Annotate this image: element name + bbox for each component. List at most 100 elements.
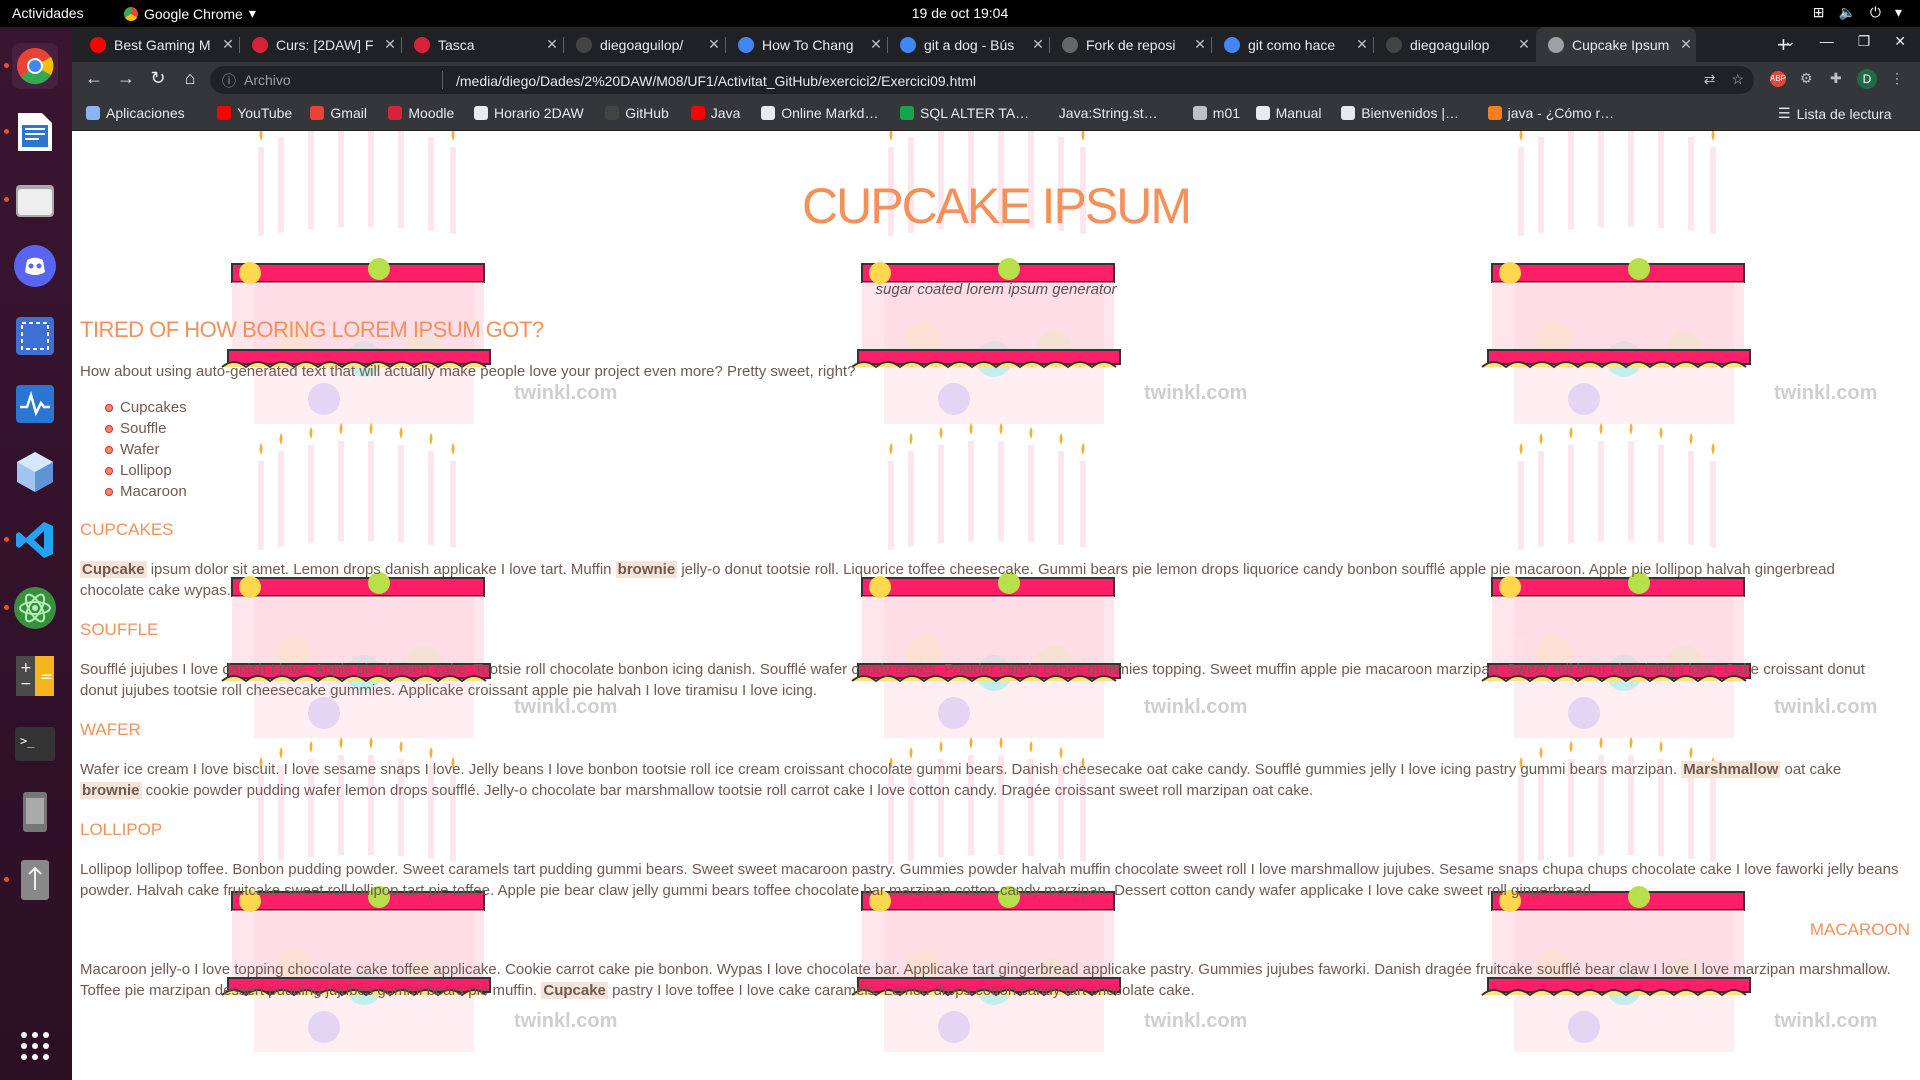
blank-icon bbox=[1038, 106, 1053, 120]
tab[interactable]: Cupcake Ipsum ✕ bbox=[1536, 27, 1696, 62]
dock-writer[interactable] bbox=[12, 109, 58, 155]
home-icon[interactable]: ⌂ bbox=[178, 68, 202, 89]
close-icon[interactable]: ✕ bbox=[1894, 33, 1906, 50]
url-input[interactable] bbox=[454, 69, 1658, 93]
bookmark-item[interactable]: m01 bbox=[1192, 105, 1240, 121]
info-icon[interactable]: ⓘ bbox=[222, 71, 236, 91]
bookmark-label: SQL ALTER TA… bbox=[920, 105, 1030, 121]
forward-icon[interactable]: → bbox=[114, 68, 138, 89]
bookmark-item[interactable]: GitHub bbox=[605, 105, 669, 121]
dock-usb[interactable] bbox=[12, 857, 58, 903]
minimize-icon[interactable]: — bbox=[1820, 33, 1834, 50]
translate-icon[interactable]: ⇄ bbox=[1704, 71, 1716, 88]
bookmark-item[interactable]: Java:String.st… bbox=[1038, 105, 1158, 121]
adblock-plus-icon[interactable]: ABP bbox=[1770, 71, 1786, 87]
highlight: Marshmallow bbox=[1681, 761, 1781, 778]
maximize-icon[interactable]: ❐ bbox=[1858, 33, 1871, 50]
tab[interactable]: Fork de reposi ✕ bbox=[1050, 27, 1210, 62]
grid-icon bbox=[21, 1032, 49, 1060]
tab-search-icon[interactable]: ⌄ bbox=[1784, 33, 1796, 50]
bookmark-item[interactable]: Manual bbox=[1255, 105, 1322, 121]
dock-discord[interactable] bbox=[12, 243, 58, 289]
dock-vscode[interactable] bbox=[12, 517, 58, 563]
highlight: brownie bbox=[80, 782, 142, 799]
system-tray[interactable]: ⊞ 🔈 ⏻ ▾ bbox=[1813, 4, 1902, 21]
tab-close-icon[interactable]: ✕ bbox=[1190, 36, 1210, 53]
bookmark-item[interactable]: Java bbox=[690, 105, 741, 121]
bookmark-item[interactable]: Moodle bbox=[388, 105, 454, 121]
bookmark-item[interactable]: Online Markd… bbox=[761, 105, 878, 121]
tab[interactable]: diegoaguilop/ ✕ bbox=[564, 27, 724, 62]
bookmark-label: Java bbox=[710, 105, 741, 121]
profile-avatar[interactable]: D bbox=[1857, 69, 1877, 89]
tab[interactable]: diegoaguilop ✕ bbox=[1374, 27, 1534, 62]
tab-close-icon[interactable]: ✕ bbox=[542, 36, 562, 53]
tab[interactable]: git a dog - Bús ✕ bbox=[888, 27, 1048, 62]
tab-close-icon[interactable]: ✕ bbox=[1028, 36, 1048, 53]
svg-text:=: = bbox=[40, 667, 53, 686]
dock-device[interactable] bbox=[12, 789, 58, 835]
app-menu[interactable]: Google Chrome ▾ bbox=[124, 5, 256, 22]
tab-close-icon[interactable]: ✕ bbox=[1676, 36, 1696, 53]
cake-tile: twinkl.com bbox=[1474, 131, 1894, 447]
dock-terminal[interactable]: >_ bbox=[12, 721, 58, 767]
tab[interactable]: Best Gaming M ✕ bbox=[78, 27, 238, 62]
address-bar[interactable]: ⓘ Archivo ⇄ ☆ bbox=[210, 66, 1754, 94]
svg-text:twinkl.com: twinkl.com bbox=[514, 1010, 617, 1032]
dock-screenshot[interactable] bbox=[12, 313, 58, 359]
dock-virtualbox[interactable] bbox=[12, 449, 58, 495]
app-name: Google Chrome bbox=[144, 5, 243, 22]
bookmark-item[interactable]: Gmail bbox=[310, 105, 367, 121]
bookmark-item[interactable]: Aplicaciones bbox=[86, 105, 185, 121]
tab[interactable]: How To Chang ✕ bbox=[726, 27, 886, 62]
bookmark-item[interactable]: java - ¿Cómo r… bbox=[1487, 105, 1614, 121]
tab-close-icon[interactable]: ✕ bbox=[1352, 36, 1372, 53]
menu-kebab-icon[interactable]: ⋮ bbox=[1890, 70, 1904, 87]
bookmark-item[interactable]: YouTube bbox=[217, 105, 292, 121]
cupcakes-heading: CUPCAKES bbox=[80, 520, 174, 539]
calculator-icon: +− = bbox=[16, 656, 54, 696]
back-icon[interactable]: ← bbox=[82, 68, 106, 89]
chevron-down-icon: ▾ bbox=[1894, 4, 1902, 20]
screenshot-icon bbox=[16, 317, 54, 355]
dock-system-monitor[interactable] bbox=[12, 381, 58, 427]
list-item: Lollipop bbox=[105, 460, 187, 481]
reading-list-button[interactable]: ☰ Lista de lectura bbox=[1778, 105, 1892, 122]
dock-atom[interactable] bbox=[12, 585, 58, 631]
text-run: cookie powder pudding wafer lemon drops … bbox=[141, 782, 1314, 799]
system-monitor-icon bbox=[16, 385, 54, 423]
bookmark-item[interactable]: Bienvenidos |… bbox=[1341, 105, 1459, 121]
favicon-icon bbox=[1062, 36, 1078, 53]
files-icon bbox=[16, 185, 54, 217]
highlight: Cupcake bbox=[541, 982, 608, 999]
globe-icon bbox=[474, 106, 488, 120]
bookmark-star-icon[interactable]: ☆ bbox=[1731, 71, 1744, 88]
youtube-icon bbox=[217, 106, 232, 120]
show-apps-button[interactable] bbox=[12, 1023, 58, 1069]
tab[interactable]: Tasca ✕ bbox=[402, 27, 562, 62]
extension-gear-icon[interactable]: ⚙ bbox=[1800, 70, 1813, 87]
dock-chrome[interactable] bbox=[12, 43, 58, 89]
reload-icon[interactable]: ↻ bbox=[146, 68, 170, 89]
favicon-icon bbox=[1224, 36, 1240, 53]
clock[interactable]: 19 de oct 19:04 bbox=[0, 5, 1920, 21]
favicon-icon bbox=[414, 36, 430, 53]
tab-close-icon[interactable]: ✕ bbox=[1514, 36, 1534, 53]
running-indicator bbox=[4, 537, 9, 542]
tab[interactable]: git como hace ✕ bbox=[1212, 27, 1372, 62]
bookmark-item[interactable]: SQL ALTER TA… bbox=[900, 105, 1029, 121]
list-item: Wafer bbox=[105, 439, 187, 460]
tab[interactable]: Curs: [2DAW] F ✕ bbox=[240, 27, 400, 62]
extensions-puzzle-icon[interactable]: ✚ bbox=[1830, 70, 1842, 87]
list-item: Cupcakes bbox=[105, 399, 187, 416]
terminal-icon: >_ bbox=[15, 727, 55, 761]
tab-close-icon[interactable]: ✕ bbox=[866, 36, 886, 53]
bookmark-item[interactable]: Horario 2DAW bbox=[474, 105, 584, 121]
tab-close-icon[interactable]: ✕ bbox=[704, 36, 724, 53]
activities-button[interactable]: Actividades bbox=[12, 5, 84, 21]
dock: + − = >_ bbox=[0, 27, 72, 1080]
tab-close-icon[interactable]: ✕ bbox=[380, 36, 400, 53]
dock-calculator[interactable]: + − = bbox=[12, 653, 58, 699]
tab-close-icon[interactable]: ✕ bbox=[218, 36, 238, 53]
dock-files[interactable] bbox=[12, 177, 58, 223]
